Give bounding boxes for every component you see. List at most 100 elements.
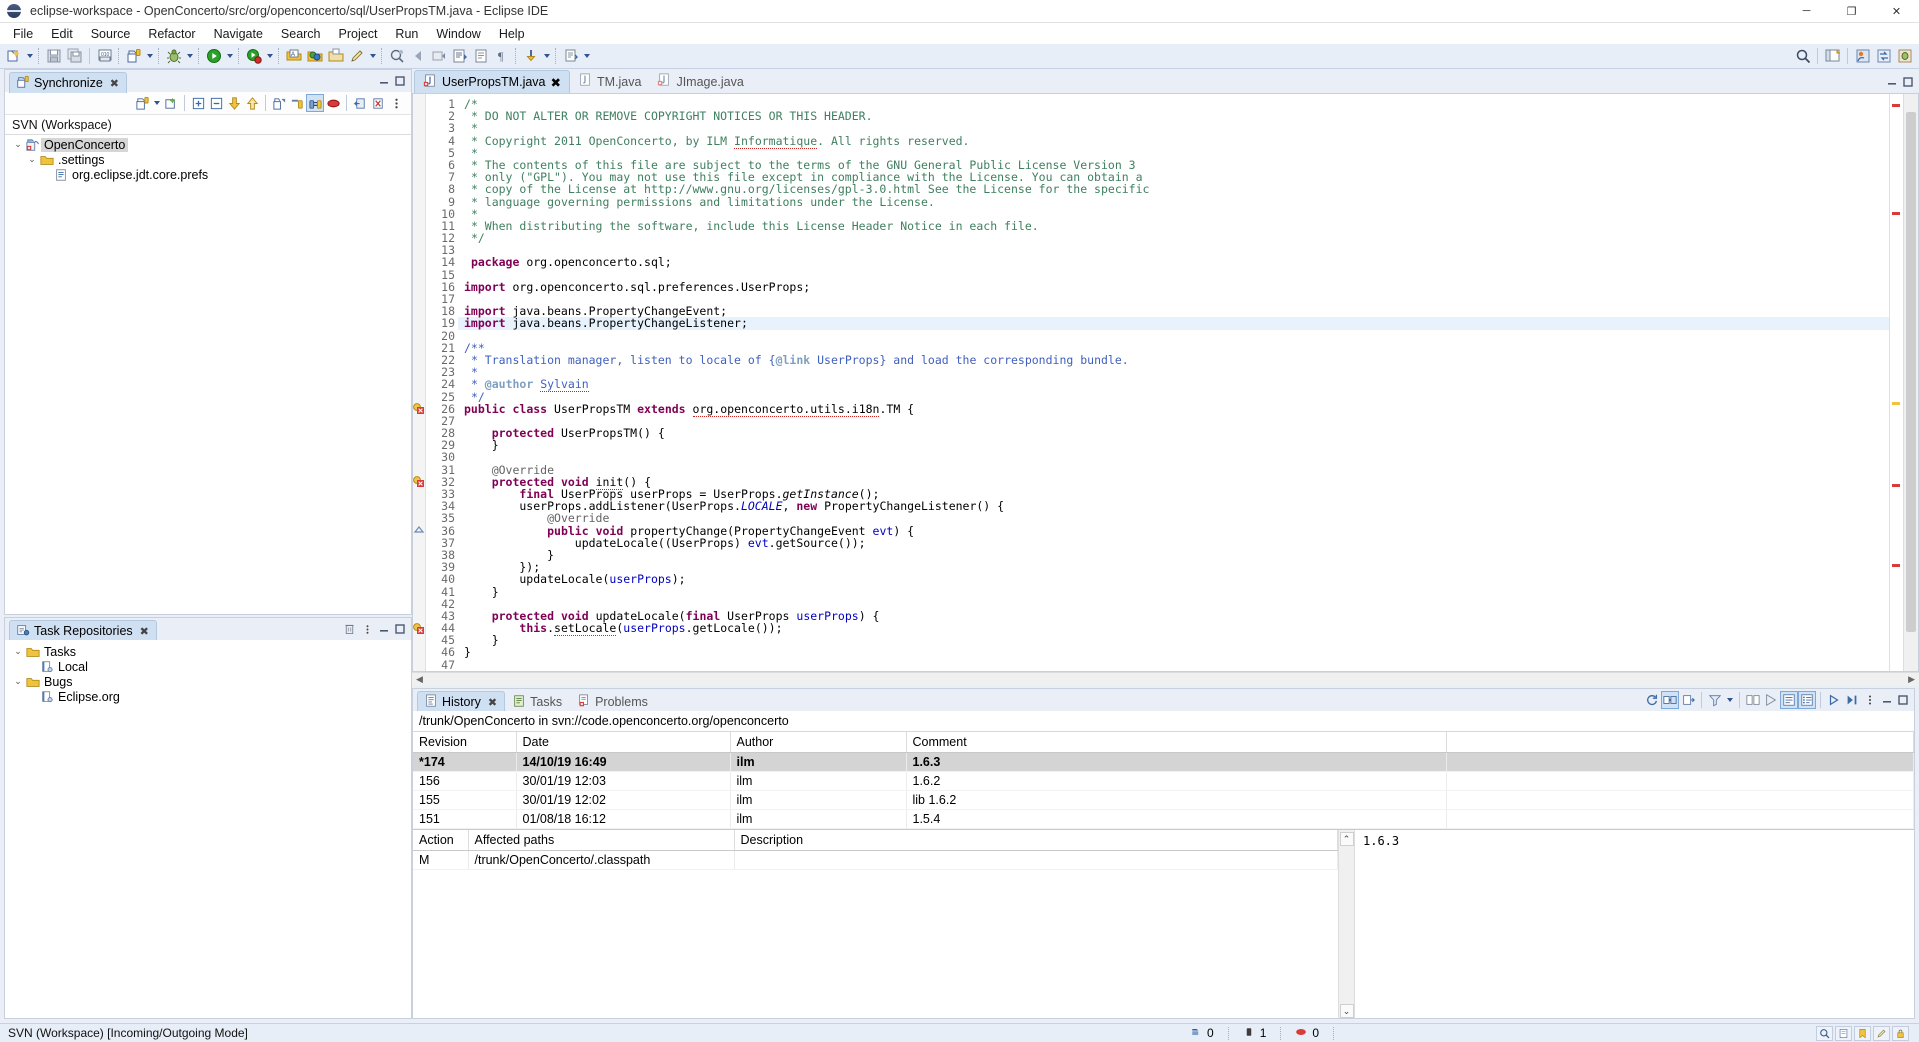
- pin-history-icon[interactable]: [1679, 691, 1697, 709]
- perspective-team-sync-icon[interactable]: [1873, 46, 1894, 67]
- code-line[interactable]: }: [458, 634, 1889, 646]
- menu-help[interactable]: Help: [490, 25, 534, 43]
- code-line[interactable]: this.setLocale(userProps.getLocale());: [458, 621, 1889, 637]
- history-revisions-table-wrap[interactable]: Revision Date Author Comment *174 14/10/1…: [413, 732, 1914, 829]
- filter-dropdown-icon[interactable]: [1724, 690, 1735, 711]
- code-line[interactable]: }: [458, 439, 1889, 451]
- edit-trim-icon[interactable]: [1873, 1025, 1890, 1041]
- column-header-revision[interactable]: Revision: [413, 732, 517, 753]
- tab-tasks[interactable]: Tasks: [505, 691, 570, 712]
- code-line[interactable]: * @author Sylvain: [458, 377, 1889, 393]
- code-line[interactable]: */: [458, 232, 1889, 244]
- scroll-left-icon[interactable]: ◀: [412, 674, 427, 685]
- pencil-dropdown-icon[interactable]: [367, 46, 378, 67]
- code-line[interactable]: }: [458, 549, 1889, 561]
- code-line[interactable]: public class UserPropsTM extends org.ope…: [458, 401, 1889, 417]
- code-line[interactable]: [458, 244, 1889, 256]
- quick-access-search-icon[interactable]: [1792, 46, 1813, 67]
- remove-synchronization-icon[interactable]: [369, 94, 387, 112]
- menu-search[interactable]: Search: [272, 25, 330, 43]
- column-header-description[interactable]: Description: [734, 830, 1338, 851]
- minimize-icon[interactable]: [376, 621, 392, 637]
- error-marker-icon[interactable]: [413, 622, 426, 634]
- commit-dropdown-icon[interactable]: [581, 46, 592, 67]
- column-header-date[interactable]: Date: [516, 732, 731, 753]
- scroll-up-icon[interactable]: ⌃: [1339, 832, 1354, 846]
- editor-horizontal-scrollbar[interactable]: ◀ ▶: [412, 672, 1919, 686]
- code-line[interactable]: [458, 659, 1889, 671]
- close-icon[interactable]: ✖: [551, 75, 561, 90]
- code-line[interactable]: [458, 330, 1889, 342]
- affected-paths-pane[interactable]: Action Affected paths Description M/trun…: [413, 830, 1338, 1018]
- tab-synchronize[interactable]: Synchronize ✖: [9, 72, 128, 93]
- show-comments-icon[interactable]: [1762, 691, 1780, 709]
- debug-dropdown-icon[interactable]: [184, 46, 195, 67]
- tab-task-repositories[interactable]: Task Repositories ✖: [9, 620, 157, 641]
- perspective-debug-icon[interactable]: [1894, 46, 1915, 67]
- update-dropdown-icon[interactable]: [541, 46, 552, 67]
- scroll-right-icon[interactable]: ▶: [1904, 674, 1919, 685]
- java-editor[interactable]: 1 2 3 4 5 6 7 8 9 10 11 12 13 14 15 16 17 18 19 20 21 22 23 24 2…: [412, 93, 1919, 672]
- view-menu-icon[interactable]: [358, 620, 376, 638]
- filter-icon[interactable]: [1706, 691, 1724, 709]
- table-row[interactable]: 156 30/01/19 12:03 ilm 1.6.2: [413, 771, 1914, 791]
- column-header-author[interactable]: Author: [730, 732, 907, 753]
- open-editor-trim-icon[interactable]: [1835, 1025, 1852, 1041]
- scroll-thumb[interactable]: [1906, 112, 1916, 632]
- code-line[interactable]: updateLocale(userProps);: [458, 573, 1889, 585]
- pencil-edit-icon[interactable]: [346, 46, 367, 67]
- table-row[interactable]: *174 14/10/19 16:49 ilm 1.6.3: [413, 752, 1914, 772]
- perspective-java-icon[interactable]: [1852, 46, 1873, 67]
- menu-file[interactable]: File: [4, 25, 42, 43]
- get-next-icon[interactable]: [1825, 691, 1843, 709]
- scroll-down-icon[interactable]: ⌄: [1339, 1004, 1354, 1018]
- collapse-all-icon[interactable]: [207, 94, 225, 112]
- synchronize-dropdown-icon[interactable]: [144, 46, 155, 67]
- editor-marker-ruler[interactable]: [413, 94, 426, 671]
- get-all-icon[interactable]: [1843, 691, 1861, 709]
- tab-userpropstm-java[interactable]: UserPropsTM.java ✖: [414, 70, 570, 93]
- open-type-icon[interactable]: A: [283, 46, 304, 67]
- commit-icon[interactable]: [560, 46, 581, 67]
- error-marker-icon[interactable]: [413, 402, 426, 414]
- code-line[interactable]: *: [458, 366, 1889, 378]
- conflicts-mode-icon[interactable]: [324, 94, 342, 112]
- wrap-comments-icon[interactable]: [1780, 691, 1798, 709]
- code-line[interactable]: import java.beans.PropertyChangeListener…: [458, 317, 1889, 330]
- synchronize-icon[interactable]: [123, 46, 144, 67]
- override-marker-icon[interactable]: [413, 524, 426, 535]
- menu-navigate[interactable]: Navigate: [205, 25, 272, 43]
- chevron-down-icon[interactable]: ⌄: [11, 676, 25, 687]
- code-line[interactable]: * When distributing the software, includ…: [458, 220, 1889, 232]
- code-line[interactable]: * language governing permissions and lim…: [458, 195, 1889, 208]
- table-row[interactable]: M/trunk/OpenConcerto/.classpath: [413, 850, 1338, 870]
- synchronize-mode-icon[interactable]: [133, 94, 151, 112]
- error-marker-icon[interactable]: [413, 475, 426, 488]
- tree-item-core-prefs[interactable]: org.eclipse.jdt.core.prefs: [5, 167, 411, 182]
- code-line[interactable]: * DO NOT ALTER OR REMOVE COPYRIGHT NOTIC…: [458, 110, 1889, 122]
- tab-problems[interactable]: Problems: [570, 691, 656, 712]
- link-with-editor-icon[interactable]: [1661, 691, 1679, 709]
- menu-source[interactable]: Source: [82, 25, 140, 43]
- task-repositories-body[interactable]: ⌄ Tasks Local ⌄ Bugs Eclipse.org: [5, 640, 411, 1018]
- code-line[interactable]: public void propertyChange(PropertyChang…: [458, 524, 1889, 536]
- tree-item-bugs[interactable]: ⌄ Bugs: [5, 674, 411, 689]
- show-whitespace-icon[interactable]: ¶: [491, 46, 512, 67]
- quick-access-trim-icon[interactable]: [1816, 1025, 1833, 1041]
- tree-item-local[interactable]: Local: [5, 659, 411, 674]
- run-icon[interactable]: [203, 46, 224, 67]
- new-synchronization-icon[interactable]: [162, 94, 180, 112]
- toggle-block-selection-icon[interactable]: [470, 46, 491, 67]
- chevron-down-icon[interactable]: ⌄: [11, 139, 25, 150]
- column-header-comment[interactable]: Comment: [906, 732, 1447, 753]
- close-icon[interactable]: ✖: [110, 77, 119, 90]
- next-annotation-icon[interactable]: [428, 46, 449, 67]
- view-menu-icon[interactable]: [1861, 691, 1879, 709]
- code-line[interactable]: import org.openconcerto.sql.preferences.…: [458, 281, 1889, 293]
- minimize-icon[interactable]: [376, 73, 392, 89]
- editor-vertical-scrollbar[interactable]: [1903, 94, 1918, 671]
- menu-run[interactable]: Run: [386, 25, 427, 43]
- tab-tm-java[interactable]: TM.java: [570, 70, 649, 93]
- run-coverage-dropdown-icon[interactable]: [264, 46, 275, 67]
- menu-window[interactable]: Window: [427, 25, 489, 43]
